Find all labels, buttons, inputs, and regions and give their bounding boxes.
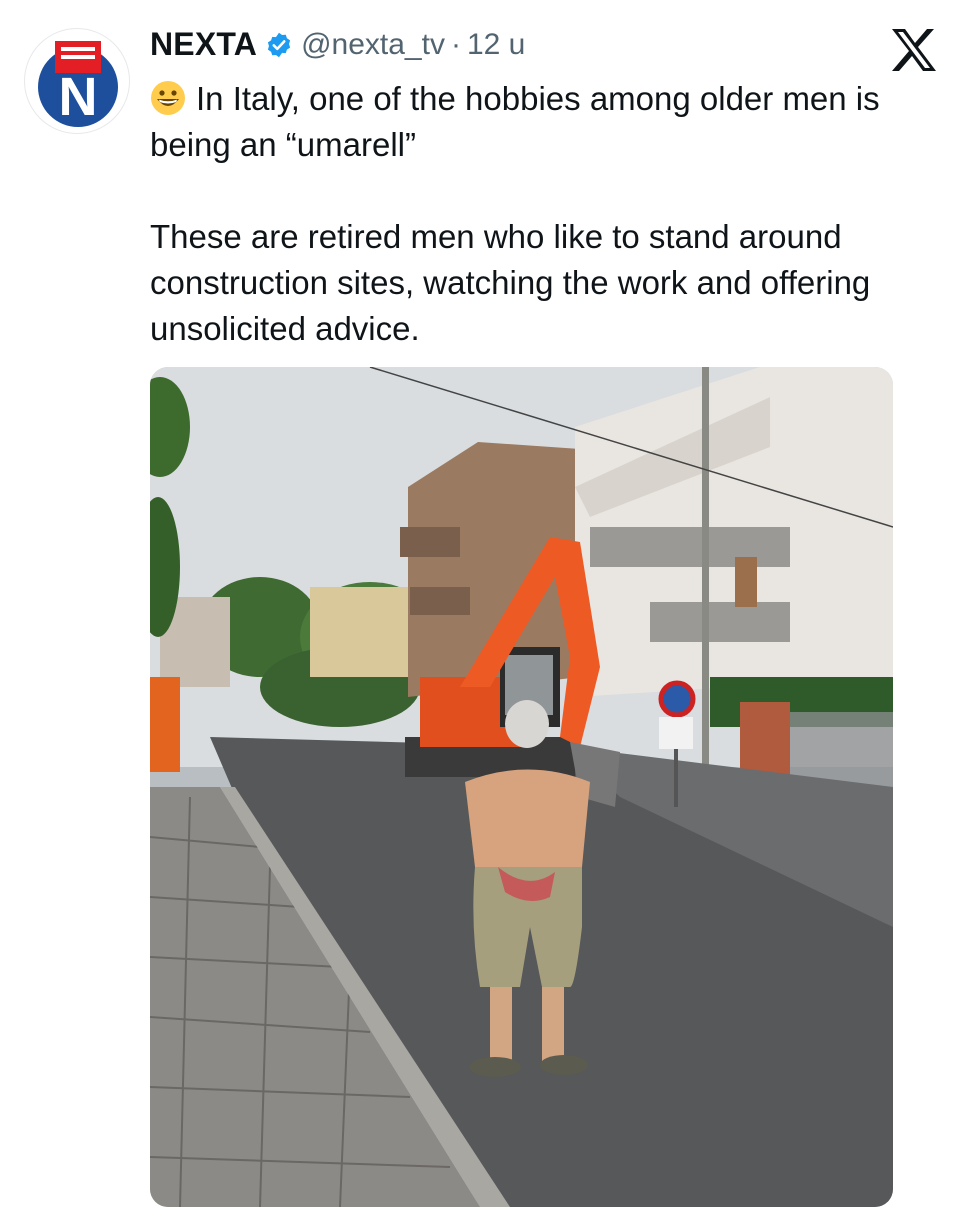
svg-text:N: N	[59, 67, 98, 127]
nexta-logo-icon: N	[38, 41, 118, 127]
tweet-line-2: These are retired men who like to stand …	[150, 218, 871, 347]
construction-street-photo	[150, 367, 893, 1207]
tweet-text: In Italy, one of the hobbies among older…	[150, 76, 940, 352]
author-avatar[interactable]: N	[24, 28, 130, 134]
grinning-face-emoji-icon	[151, 81, 185, 115]
author-handle[interactable]: @nexta_tv	[301, 28, 445, 62]
verified-badge-icon	[267, 32, 291, 57]
x-logo-icon[interactable]	[890, 28, 938, 72]
tweet-header: NEXTA @nexta_tv · 12 u	[150, 26, 525, 63]
author-name[interactable]: NEXTA	[150, 26, 257, 63]
tweet-line-1-text: In Italy, one of the hobbies among older…	[150, 80, 880, 163]
tweet-line-1: In Italy, one of the hobbies among older…	[150, 76, 940, 168]
tweet-photo[interactable]	[150, 367, 893, 1207]
separator-dot: ·	[450, 27, 461, 61]
tweet-timestamp[interactable]: 12 u	[467, 28, 525, 62]
